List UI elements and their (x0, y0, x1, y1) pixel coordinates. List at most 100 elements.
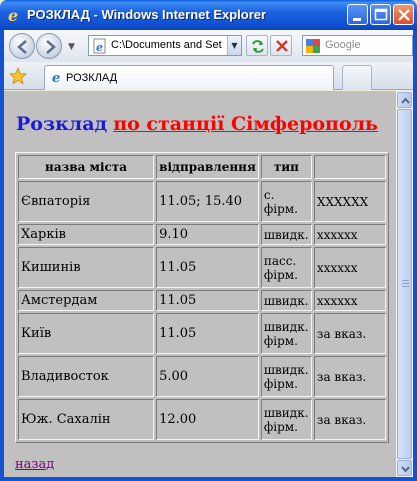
column-header-city: назва міста (18, 155, 155, 179)
cell-type: швидк. (260, 290, 312, 311)
cell-type: швидк. фірм. (260, 356, 312, 397)
cell-departure: 12.00 (156, 399, 259, 440)
cell-departure: 9.10 (156, 224, 259, 245)
cell-type-line2: фірм. (263, 201, 298, 216)
minimize-icon (353, 18, 361, 21)
stop-button[interactable] (270, 35, 292, 56)
close-icon (398, 9, 410, 21)
table-row: Київ 11.05 швидк. фірм. за вказ. (18, 313, 386, 354)
cell-city: Київ (18, 313, 155, 354)
refresh-icon (252, 40, 264, 53)
schedule-table: назва міста відправлення тип Євпаторія 1… (15, 152, 389, 443)
cell-type-line2: фірм. (263, 267, 298, 282)
tab-bar: e РОЗКЛАД (4, 62, 413, 90)
column-header-departure: відправлення (156, 155, 259, 179)
svg-text:e: e (52, 71, 60, 84)
back-arrow-icon (17, 40, 27, 54)
address-input[interactable]: C:\Documents and Set (111, 39, 223, 51)
table-row: Кишинів 11.05 пасс. фірм. xxxxxx (18, 247, 386, 288)
cell-city: Юж. Сахалін (18, 399, 155, 440)
svg-text:e: e (8, 6, 18, 24)
svg-text:e: e (96, 41, 103, 54)
new-tab-button[interactable] (342, 65, 372, 90)
scroll-down-button[interactable] (397, 460, 412, 476)
cell-city: Євпаторія (18, 181, 155, 222)
table-row: Харків 9.10 швидк. xxxxxx (18, 224, 386, 245)
cell-note: XXXXXX (313, 181, 386, 222)
back-link[interactable]: назад (15, 457, 54, 472)
vertical-scrollbar[interactable] (396, 91, 413, 477)
scroll-up-button[interactable] (397, 92, 412, 108)
history-dropdown-icon[interactable]: ▼ (68, 42, 75, 52)
maximize-icon (374, 8, 388, 21)
scroll-thumb[interactable] (397, 109, 412, 459)
page-viewport: Розклад по станції Сімферополь назва міст… (4, 91, 413, 477)
ie-tab-icon: e (52, 71, 60, 84)
window-frame-bottom (0, 477, 417, 481)
cell-type-line2: фірм. (263, 376, 298, 391)
ie-logo-icon: e (8, 6, 18, 24)
title-bar: e РОЗКЛАД - Windows Internet Explorer (0, 0, 417, 30)
table-row: Владивосток 5.00 швидк. фірм. за вказ. (18, 356, 386, 397)
column-header-type: тип (260, 155, 312, 179)
refresh-button[interactable] (246, 35, 268, 56)
address-bar[interactable]: e C:\Documents and Set ▼ (88, 35, 242, 56)
address-dropdown-icon[interactable]: ▼ (227, 36, 241, 55)
cell-departure: 11.05 (156, 247, 259, 288)
cell-note: xxxxxx (313, 224, 386, 245)
page-title: Розклад по станції Сімферополь (16, 113, 378, 135)
cell-type: с. фірм. (260, 181, 312, 222)
table-row: Амстердам 11.05 швидк. xxxxxx (18, 290, 386, 311)
cell-type-line1: швидк. (263, 405, 309, 420)
column-header-note (313, 155, 386, 179)
forward-button[interactable] (36, 33, 62, 59)
chevron-down-icon (401, 466, 410, 473)
cell-departure: 11.05; 15.40 (156, 181, 259, 222)
cell-type: швидк. фірм. (260, 313, 312, 354)
minimize-button[interactable] (347, 4, 368, 25)
cell-city: Харків (18, 224, 155, 245)
tab-rozklad[interactable]: e РОЗКЛАД (44, 65, 334, 90)
cell-type-line1: с. (263, 187, 275, 202)
cell-type: швидк. фірм. (260, 399, 312, 440)
maximize-button[interactable] (370, 4, 391, 25)
cell-city: Амстердам (18, 290, 155, 311)
cell-type-line1: швидк. (263, 293, 309, 308)
cell-note: за вказ. (313, 399, 386, 440)
cell-departure: 11.05 (156, 313, 259, 354)
cell-type: швидк. (260, 224, 312, 245)
cell-note: за вказ. (313, 313, 386, 354)
cell-type-line1: швидк. (263, 227, 309, 242)
navigation-bar: ▼ e C:\Documents and Set ▼ Google (4, 30, 413, 62)
window-frame-right (413, 30, 417, 481)
cell-note: xxxxxx (313, 247, 386, 288)
back-button[interactable] (9, 33, 35, 59)
cell-type: пасс. фірм. (260, 247, 312, 288)
close-button[interactable] (393, 4, 414, 25)
page-title-text: Розклад (16, 113, 108, 135)
table-row: Євпаторія 11.05; 15.40 с. фірм. XXXXXX (18, 181, 386, 222)
window-title: РОЗКЛАД - Windows Internet Explorer (27, 7, 267, 22)
cell-note: за вказ. (313, 356, 386, 397)
cell-type-line1: пасс. (263, 253, 297, 268)
forward-arrow-icon (46, 40, 56, 54)
favorites-star-icon[interactable] (9, 67, 27, 85)
ie-page-icon: e (93, 38, 106, 54)
search-box[interactable]: Google (302, 35, 413, 56)
table-row: Юж. Сахалін 12.00 швидк. фірм. за вказ. (18, 399, 386, 440)
scroll-grip-icon (402, 280, 409, 288)
cell-departure: 5.00 (156, 356, 259, 397)
cell-note: xxxxxx (313, 290, 386, 311)
stop-icon (276, 40, 288, 52)
google-icon (306, 39, 320, 53)
cell-departure: 11.05 (156, 290, 259, 311)
cell-type-line2: фірм. (263, 419, 298, 434)
cell-city: Кишинів (18, 247, 155, 288)
tab-label: РОЗКЛАД (66, 72, 118, 84)
cell-type-line1: швидк. (263, 362, 309, 377)
cell-type-line2: фірм. (263, 333, 298, 348)
table-header-row: назва міста відправлення тип (18, 155, 386, 179)
station-link[interactable]: по станції Сімферополь (113, 113, 378, 135)
search-input[interactable]: Google (325, 39, 360, 51)
cell-city: Владивосток (18, 356, 155, 397)
